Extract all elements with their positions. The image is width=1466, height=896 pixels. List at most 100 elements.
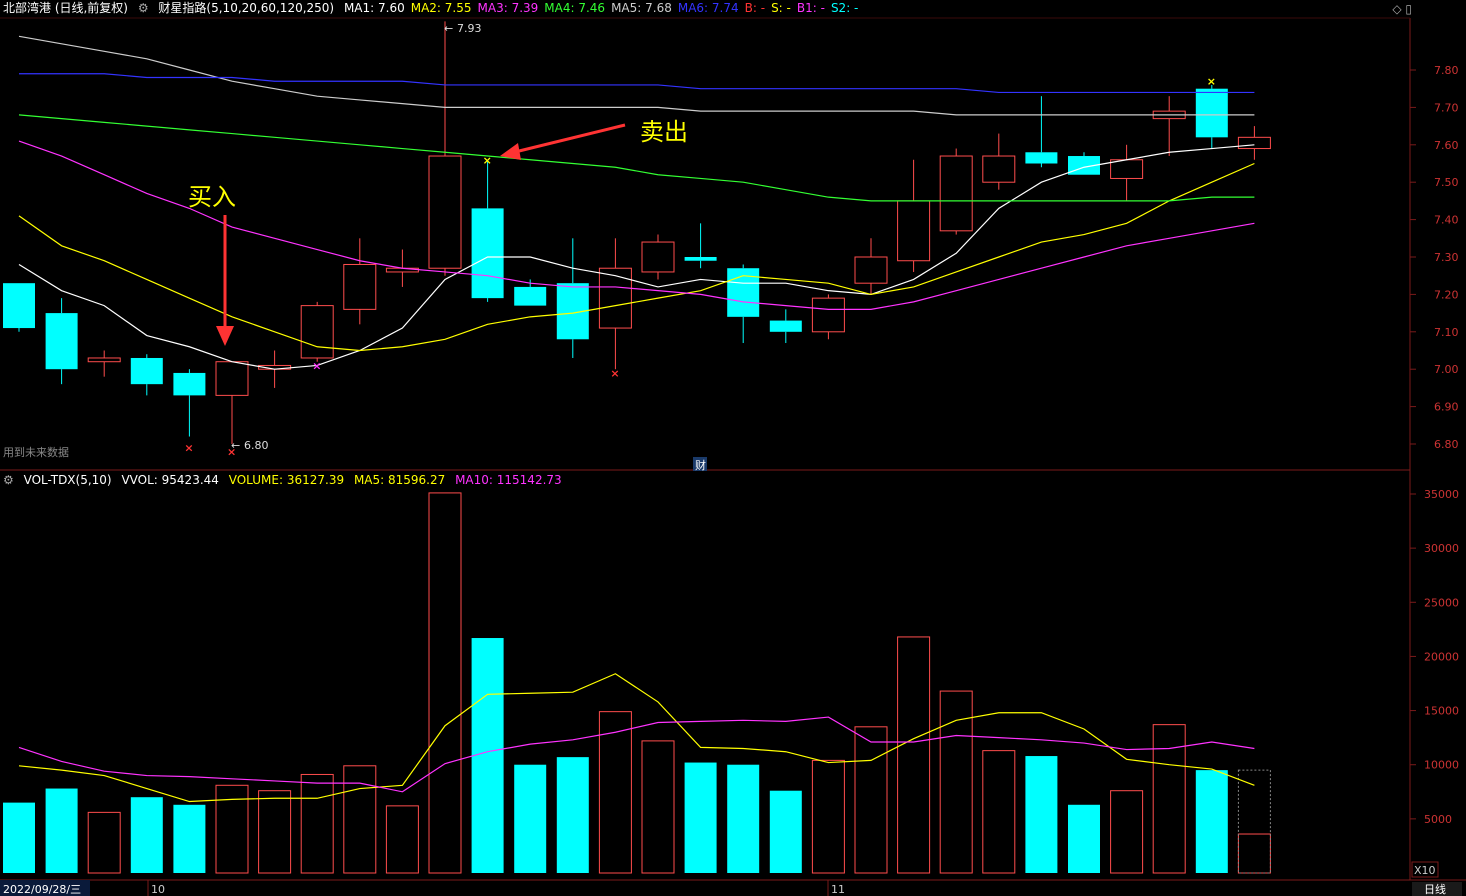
candle xyxy=(130,354,163,396)
volume-bar xyxy=(300,773,334,874)
price-tick-label: 6.80 xyxy=(1434,438,1459,451)
volume-bar xyxy=(641,740,675,874)
ma-legend-item: S2: - xyxy=(830,1,859,15)
month-oct-label: 10 xyxy=(151,883,165,896)
candle-body xyxy=(3,283,35,329)
candle xyxy=(1025,96,1058,168)
candle xyxy=(87,350,121,377)
volume-ma10-line xyxy=(18,716,1255,793)
volume-bar xyxy=(1025,756,1058,873)
candle-body xyxy=(854,256,888,284)
volume-tick-label: 30000 xyxy=(1424,542,1459,555)
date-label: 2022/09/28/三 xyxy=(3,883,81,896)
svg-text:6.80: 6.80 xyxy=(244,439,269,452)
ma-line-ma6 xyxy=(19,73,1255,94)
price-tick-label: 7.00 xyxy=(1434,363,1459,376)
price-tick-label: 7.50 xyxy=(1434,176,1459,189)
volume-axis: 5000 10000 15000 20000 25000 30000 35000 xyxy=(1410,488,1459,826)
candle-body xyxy=(641,241,675,273)
indicator-name[interactable]: 财星指路(5,10,20,60,120,250) xyxy=(158,1,334,15)
period-label: 日线 xyxy=(1424,882,1446,896)
settings-icon[interactable]: ⚙ xyxy=(138,1,149,15)
vvol-value: VVOL: 95423.44 xyxy=(121,473,219,487)
ma-legend-item: MA1: 7.60 xyxy=(343,1,405,15)
volume-ma5-line xyxy=(18,673,1255,803)
settings-icon-vol[interactable]: ⚙ xyxy=(3,473,14,487)
candle-body xyxy=(982,155,1016,183)
vol-ma10-value: MA10: 115142.73 xyxy=(455,473,562,487)
volume-bar xyxy=(514,764,547,873)
window-controls: ◇ ▯ xyxy=(1392,2,1412,16)
candle xyxy=(811,294,845,340)
month-nov-label: 11 xyxy=(831,883,845,896)
buy-annotation: 买入 xyxy=(188,183,236,346)
candle xyxy=(641,234,675,280)
vol-ma5-value: MA5: 81596.27 xyxy=(353,473,446,487)
candle-body xyxy=(173,372,206,396)
maximize-icon[interactable]: ▯ xyxy=(1405,2,1412,16)
price-tick-label: 7.30 xyxy=(1434,251,1459,264)
zoom-x10-label: X10 xyxy=(1414,864,1436,877)
sell-annotation: 卖出 xyxy=(500,118,688,160)
ma-legend-item: MA4: 7.46 xyxy=(544,1,606,15)
volume-tick-label: 10000 xyxy=(1424,759,1459,772)
candle-body xyxy=(428,155,462,269)
volume-bar xyxy=(258,790,292,874)
volume-header: ⚙ VOL-TDX(5,10) VVOL: 95423.44 VOLUME: 3… xyxy=(3,473,568,487)
volume-bar xyxy=(428,492,462,874)
candle xyxy=(556,238,589,358)
cai-badge-label: 财 xyxy=(695,458,706,472)
ma-legend-item: MA6: 7.74 xyxy=(677,1,739,15)
svg-text:←: ← xyxy=(231,439,240,452)
volume-bar xyxy=(343,765,377,874)
ma-legend-item: B: - xyxy=(744,1,766,15)
diamond-icon[interactable]: ◇ xyxy=(1392,2,1401,16)
signal-marker-b: × xyxy=(610,367,619,380)
volume-tick-label: 20000 xyxy=(1424,650,1459,663)
candle xyxy=(897,159,931,272)
volume-bar xyxy=(727,764,760,873)
volume-bars xyxy=(3,492,1271,874)
candle-body xyxy=(769,320,802,332)
price-tick-label: 7.60 xyxy=(1434,139,1459,152)
vol-indicator-name[interactable]: VOL-TDX(5,10) xyxy=(24,473,112,487)
candle xyxy=(684,223,717,269)
candle xyxy=(3,283,35,332)
candle-body xyxy=(897,200,931,262)
candle-body xyxy=(684,257,717,261)
candle xyxy=(343,238,377,325)
candle-body xyxy=(1025,152,1058,164)
candle-body xyxy=(1237,136,1271,150)
volume-bar xyxy=(982,750,1016,874)
candle-body xyxy=(1110,159,1144,179)
ma-legend: MA1: 7.60 MA2: 7.55 MA3: 7.39 MA4: 7.46 MA5:… xyxy=(344,1,864,15)
candle xyxy=(982,133,1016,190)
candle-body xyxy=(343,263,377,310)
svg-text:7.93: 7.93 xyxy=(457,22,482,35)
ma-line-ma1 xyxy=(18,144,1255,370)
candle xyxy=(1237,126,1271,160)
volume-bar xyxy=(854,726,888,874)
volume-bar xyxy=(130,797,163,873)
candle-body xyxy=(130,357,163,385)
candle xyxy=(428,21,462,276)
volume-value: VOLUME: 36127.39 xyxy=(228,473,345,487)
candle xyxy=(1152,96,1186,157)
signal-marker-s: × xyxy=(483,154,492,167)
candle xyxy=(1110,144,1144,201)
volume-tick-label: 15000 xyxy=(1424,705,1459,718)
candle-body xyxy=(514,286,547,306)
candle xyxy=(939,148,973,235)
volume-bar xyxy=(556,757,589,873)
stock-title: 北部湾港 (日线,前复权) xyxy=(3,1,128,15)
sell-label: 卖出 xyxy=(640,118,688,146)
price-tick-label: 6.90 xyxy=(1434,401,1459,414)
signal-marker-s: × xyxy=(1207,75,1216,88)
volume-bar xyxy=(1110,790,1144,874)
ma-legend-item: MA5: 7.68 xyxy=(611,1,672,15)
price-tick-label: 7.40 xyxy=(1434,214,1459,227)
candle-body xyxy=(215,361,249,396)
volume-bar xyxy=(471,638,504,873)
low-price-label: 6.80 ← xyxy=(231,439,269,452)
candle xyxy=(215,361,249,444)
